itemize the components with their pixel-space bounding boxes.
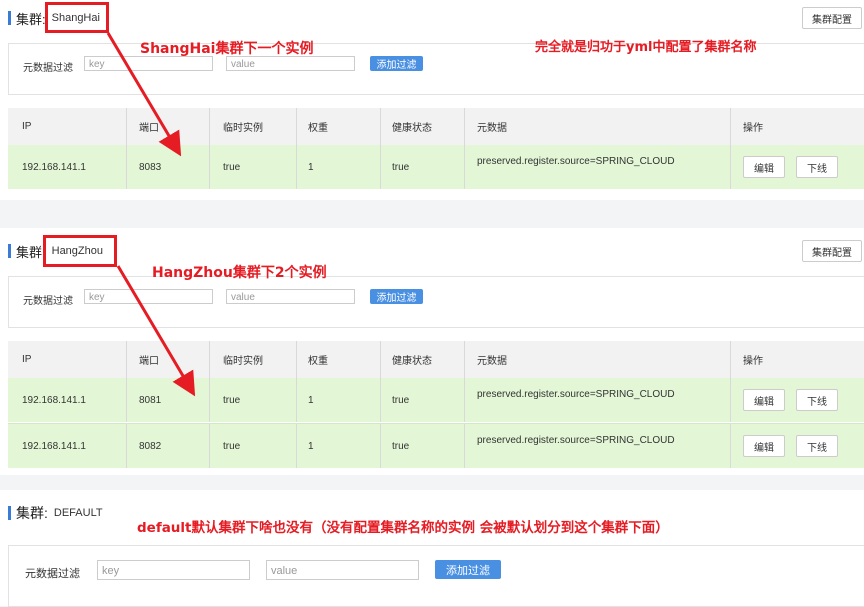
highlight-box-shanghai bbox=[45, 2, 109, 33]
accent-bar bbox=[8, 506, 11, 520]
table-row: 192.168.141.1 8082 true 1 true preserved… bbox=[8, 423, 864, 468]
cell-weight: 1 bbox=[308, 394, 314, 406]
value-input[interactable]: value bbox=[226, 289, 355, 304]
col-healthy: 健康状态 bbox=[392, 123, 432, 134]
offline-button[interactable]: 下线 bbox=[796, 389, 838, 411]
col-port: 端口 bbox=[139, 356, 159, 367]
col-actions: 操作 bbox=[743, 123, 763, 134]
offline-button[interactable]: 下线 bbox=[796, 156, 838, 178]
cluster-panel-default: 集群: DEFAULT 元数据过滤 key value 添加过滤 bbox=[0, 490, 864, 607]
cell-metadata: preserved.register.source=SPRING_CLOUD bbox=[477, 156, 675, 167]
annotation-default: default默认集群下啥也没有（没有配置集群名称的实例 会被默认划分到这个集群… bbox=[137, 520, 669, 536]
cell-ephemeral: true bbox=[223, 161, 241, 173]
cluster-label: 集群: bbox=[16, 11, 46, 27]
cluster-config-button[interactable]: 集群配置 bbox=[802, 7, 862, 29]
offline-button[interactable]: 下线 bbox=[796, 435, 838, 457]
col-actions: 操作 bbox=[743, 356, 763, 367]
value-input[interactable]: value bbox=[226, 56, 355, 71]
cell-port: 8082 bbox=[139, 440, 162, 452]
key-input[interactable]: key bbox=[97, 560, 250, 580]
annotation-shanghai: ShangHai集群下一个实例 bbox=[140, 41, 314, 57]
cell-ephemeral: true bbox=[223, 394, 241, 406]
cluster-panel-hangzhou: 集群: HangZhou 集群配置 元数据过滤 key value 添加过滤 I… bbox=[0, 228, 864, 475]
cell-port: 8081 bbox=[139, 394, 162, 406]
cell-ephemeral: true bbox=[223, 440, 241, 452]
edit-button[interactable]: 编辑 bbox=[743, 435, 785, 457]
cluster-header: 集群: DEFAULT bbox=[8, 502, 103, 524]
cell-healthy: true bbox=[392, 394, 410, 406]
cell-port: 8083 bbox=[139, 161, 162, 173]
metadata-filter-box: 元数据过滤 key value 添加过滤 bbox=[8, 545, 864, 607]
table-header: IP 端口 临时实例 权重 健康状态 元数据 操作 bbox=[8, 108, 864, 145]
table-row: 192.168.141.1 8083 true 1 true preserved… bbox=[8, 145, 864, 189]
cell-ip: 192.168.141.1 bbox=[22, 161, 86, 173]
cell-healthy: true bbox=[392, 161, 410, 173]
add-filter-button[interactable]: 添加过滤 bbox=[435, 560, 501, 579]
col-weight: 权重 bbox=[308, 123, 328, 134]
col-ip: IP bbox=[22, 354, 32, 365]
table-header: IP 端口 临时实例 权重 健康状态 元数据 操作 bbox=[8, 341, 864, 378]
cell-weight: 1 bbox=[308, 440, 314, 452]
accent-bar bbox=[8, 11, 11, 25]
cluster-name: DEFAULT bbox=[53, 507, 103, 519]
cell-ip: 192.168.141.1 bbox=[22, 394, 86, 406]
filter-label: 元数据过滤 bbox=[23, 296, 73, 307]
cell-ip: 192.168.141.1 bbox=[22, 440, 86, 452]
cluster-config-button[interactable]: 集群配置 bbox=[802, 240, 862, 262]
cluster-panel-shanghai: 集群: ShangHai 集群配置 元数据过滤 key value 添加过滤 I… bbox=[0, 0, 864, 200]
col-ephemeral: 临时实例 bbox=[223, 123, 263, 134]
add-filter-button[interactable]: 添加过滤 bbox=[370, 289, 423, 304]
accent-bar bbox=[8, 244, 11, 258]
metadata-filter-box: 元数据过滤 key value 添加过滤 bbox=[8, 276, 864, 328]
cluster-label: 集群: bbox=[16, 244, 46, 260]
cell-weight: 1 bbox=[308, 161, 314, 173]
value-input[interactable]: value bbox=[266, 560, 419, 580]
annotation-top-right: 完全就是归功于yml中配置了集群名称 bbox=[535, 40, 757, 55]
col-port: 端口 bbox=[139, 123, 159, 134]
key-input[interactable]: key bbox=[84, 56, 213, 71]
annotation-hangzhou: HangZhou集群下2个实例 bbox=[152, 265, 327, 281]
cell-metadata: preserved.register.source=SPRING_CLOUD bbox=[477, 389, 675, 400]
cluster-label: 集群: bbox=[16, 505, 48, 521]
col-weight: 权重 bbox=[308, 356, 328, 367]
edit-button[interactable]: 编辑 bbox=[743, 389, 785, 411]
edit-button[interactable]: 编辑 bbox=[743, 156, 785, 178]
key-input[interactable]: key bbox=[84, 289, 213, 304]
add-filter-button[interactable]: 添加过滤 bbox=[370, 56, 423, 71]
col-healthy: 健康状态 bbox=[392, 356, 432, 367]
col-metadata: 元数据 bbox=[477, 123, 507, 134]
filter-label: 元数据过滤 bbox=[23, 63, 73, 74]
col-ip: IP bbox=[22, 121, 32, 132]
col-metadata: 元数据 bbox=[477, 356, 507, 367]
col-ephemeral: 临时实例 bbox=[223, 356, 263, 367]
highlight-box-hangzhou bbox=[43, 235, 117, 267]
cell-metadata: preserved.register.source=SPRING_CLOUD bbox=[477, 435, 675, 446]
table-row: 192.168.141.1 8081 true 1 true preserved… bbox=[8, 378, 864, 422]
cell-healthy: true bbox=[392, 440, 410, 452]
filter-label: 元数据过滤 bbox=[25, 568, 80, 580]
